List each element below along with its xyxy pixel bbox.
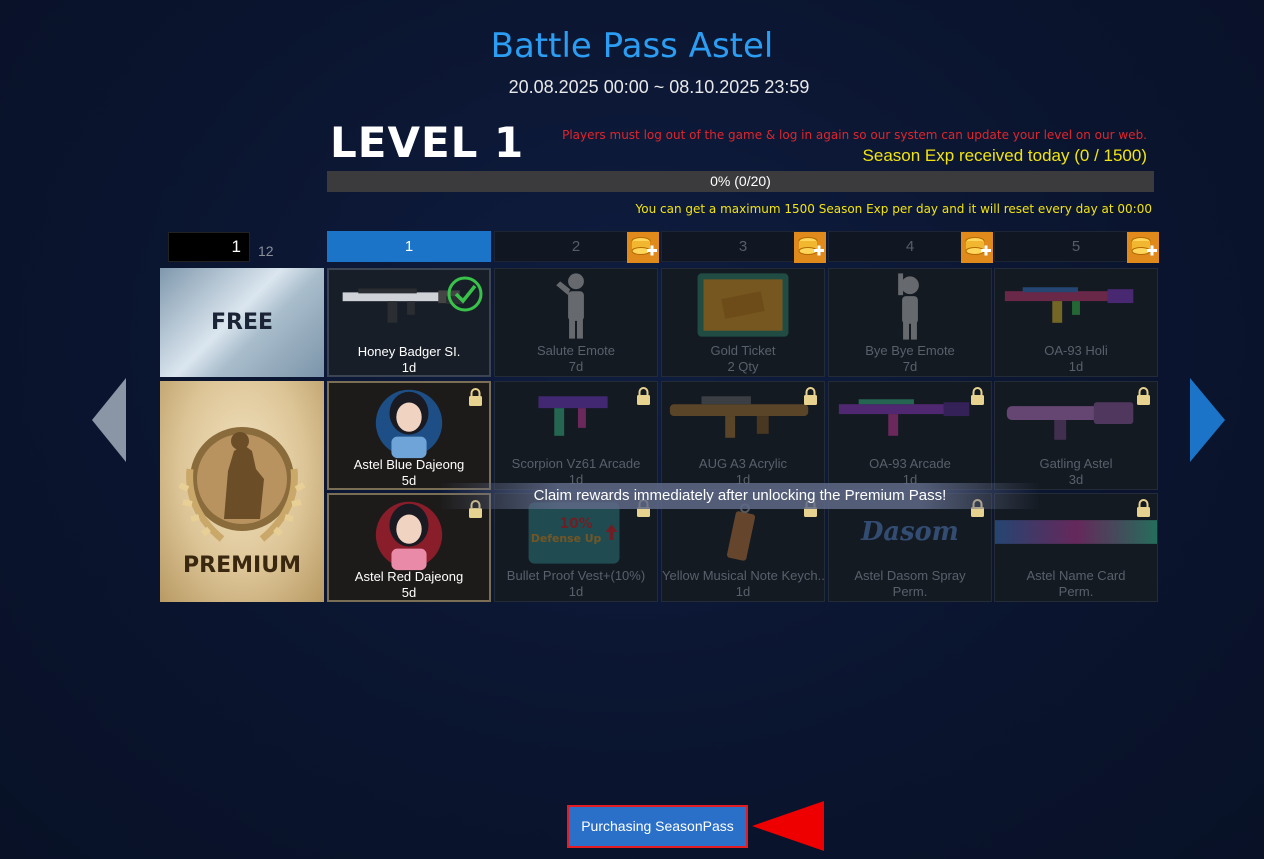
free-row-label: FREE (160, 268, 324, 377)
page-title: Battle Pass Astel (490, 26, 774, 66)
lock-icon (1137, 387, 1150, 405)
level-tab-4[interactable]: 4 (828, 231, 993, 263)
rifle-icon (838, 399, 970, 436)
reward-duration: 1d (1068, 359, 1084, 374)
progress-text: 0% (0/20) (710, 173, 771, 189)
reward-duration: 2 Qty (727, 359, 759, 374)
spray-text: Dasom (860, 517, 959, 547)
reward-duration: 7d (902, 359, 918, 374)
reward-duration: 1d (735, 584, 751, 599)
reward-cell-free-1[interactable]: Honey Badger SI. 1d (327, 268, 491, 377)
reward-cell-premium-4[interactable]: OA-93 Arcade 1d (828, 381, 992, 490)
level-heading: LEVEL 1 (330, 118, 525, 167)
lock-icon (971, 387, 984, 405)
level-tab-3[interactable]: 3 (661, 231, 826, 263)
reward-cell-premium-2[interactable]: Scorpion Vz61 Arcade 1d (494, 381, 658, 490)
reward-name: OA-93 Holi (1044, 343, 1108, 358)
reward-duration: Perm. (892, 584, 928, 599)
reward-duration: 7d (568, 359, 584, 374)
level-tab-label: 4 (905, 238, 915, 255)
lock-icon (637, 387, 650, 405)
reward-cell-premium-9[interactable]: Dasom Astel Dasom Spray Perm. (828, 493, 992, 602)
level-tab-2[interactable]: 2 (494, 231, 659, 263)
gatling-icon (1006, 402, 1134, 440)
reward-name: Astel Dasom Spray (854, 568, 966, 583)
lock-icon (1137, 499, 1150, 517)
gold-ticket-icon (697, 273, 789, 337)
smg-icon (538, 396, 608, 436)
reward-cell-free-4[interactable]: Bye Bye Emote 7d (828, 268, 992, 377)
reward-cell-free-3[interactable]: Gold Ticket 2 Qty (661, 268, 825, 377)
reward-cell-free-5[interactable]: OA-93 Holi 1d (994, 268, 1158, 377)
reward-cell-premium-6[interactable]: Astel Red Dajeong 5d (327, 493, 491, 602)
reward-name: Astel Blue Dajeong (353, 457, 465, 472)
reward-name: Scorpion Vz61 Arcade (511, 456, 641, 471)
premium-row-label: PREMIUM (160, 381, 324, 602)
reward-name: Gold Ticket (710, 343, 776, 358)
update-warning: Players must log out of the game & log i… (562, 128, 1147, 142)
reward-name: AUG A3 Acrylic (698, 456, 788, 471)
level-tab-5[interactable]: 5 (994, 231, 1159, 263)
reward-name: Bullet Proof Vest+(10%) (506, 568, 646, 583)
previous-page-arrow-icon[interactable] (92, 378, 128, 462)
character-icon (375, 389, 443, 459)
salute-emote-icon (556, 273, 584, 339)
defense-badge-pct: 10% (559, 516, 592, 532)
laurel-soldiers-emblem-icon (178, 427, 306, 542)
reward-cell-premium-1[interactable]: Astel Blue Dajeong 5d (327, 381, 491, 490)
reward-name: Astel Red Dajeong (354, 569, 464, 584)
level-tab-label: 1 (404, 238, 414, 255)
level-progress-bar: 0% (0/20) (327, 171, 1154, 192)
premium-row-text: PREMIUM (183, 553, 301, 578)
reward-duration: 1d (401, 360, 417, 375)
season-exp-today: Season Exp received today (0 / 1500) (862, 146, 1147, 165)
reward-name: Gatling Astel (1039, 456, 1113, 471)
level-tab-label: 3 (738, 238, 748, 255)
reward-name: Astel Name Card (1026, 568, 1126, 583)
level-tab-label: 2 (571, 238, 581, 255)
max-exp-note: You can get a maximum 1500 Season Exp pe… (635, 202, 1152, 216)
lock-icon (469, 388, 482, 406)
premium-claim-banner: Claim rewards immediately after unlockin… (440, 483, 1040, 509)
bye-emote-icon (898, 273, 919, 340)
season-dates: 20.08.2025 00:00 ~ 08.10.2025 23:59 (508, 77, 810, 97)
reward-name: Salute Emote (536, 343, 616, 358)
reward-cell-premium-10[interactable]: Astel Name Card Perm. (994, 493, 1158, 602)
rifle-icon (1004, 287, 1134, 323)
level-tab-1[interactable]: 1 (327, 231, 491, 262)
reward-name: Yellow Musical Note Keych... (662, 568, 824, 583)
defense-badge-text: Defense Up (531, 532, 602, 545)
reward-cell-premium-8[interactable]: Yellow Musical Note Keych... 1d (661, 493, 825, 602)
page-total: 12 (258, 243, 274, 259)
coin-add-icon[interactable] (961, 232, 993, 263)
reward-duration: 1d (568, 584, 584, 599)
reward-duration: 5d (401, 585, 417, 600)
reward-cell-premium-7[interactable]: 10% Defense Up Bullet Proof Vest+(10%) 1… (494, 493, 658, 602)
reward-name: Honey Badger SI. (357, 344, 461, 359)
reward-name: OA-93 Arcade (869, 456, 951, 471)
coin-add-icon[interactable] (1127, 232, 1159, 263)
reward-duration: Perm. (1058, 584, 1094, 599)
page-number-input[interactable]: 1 (168, 232, 250, 262)
reward-cell-premium-5[interactable]: Gatling Astel 3d (994, 381, 1158, 490)
reward-cell-free-2[interactable]: Salute Emote 7d (494, 268, 658, 377)
coin-add-icon[interactable] (794, 232, 826, 263)
reward-name: Bye Bye Emote (865, 343, 955, 358)
coin-add-icon[interactable] (627, 232, 659, 263)
level-tab-label: 5 (1071, 238, 1081, 255)
next-page-arrow-icon[interactable] (1190, 378, 1226, 462)
claimed-check-icon (447, 276, 483, 312)
red-pointer-arrow-icon (752, 801, 824, 851)
reward-cell-premium-3[interactable]: AUG A3 Acrylic 1d (661, 381, 825, 490)
purchase-seasonpass-button[interactable]: Purchasing SeasonPass (567, 805, 748, 848)
rifle-icon (669, 396, 809, 438)
lock-icon (804, 387, 817, 405)
